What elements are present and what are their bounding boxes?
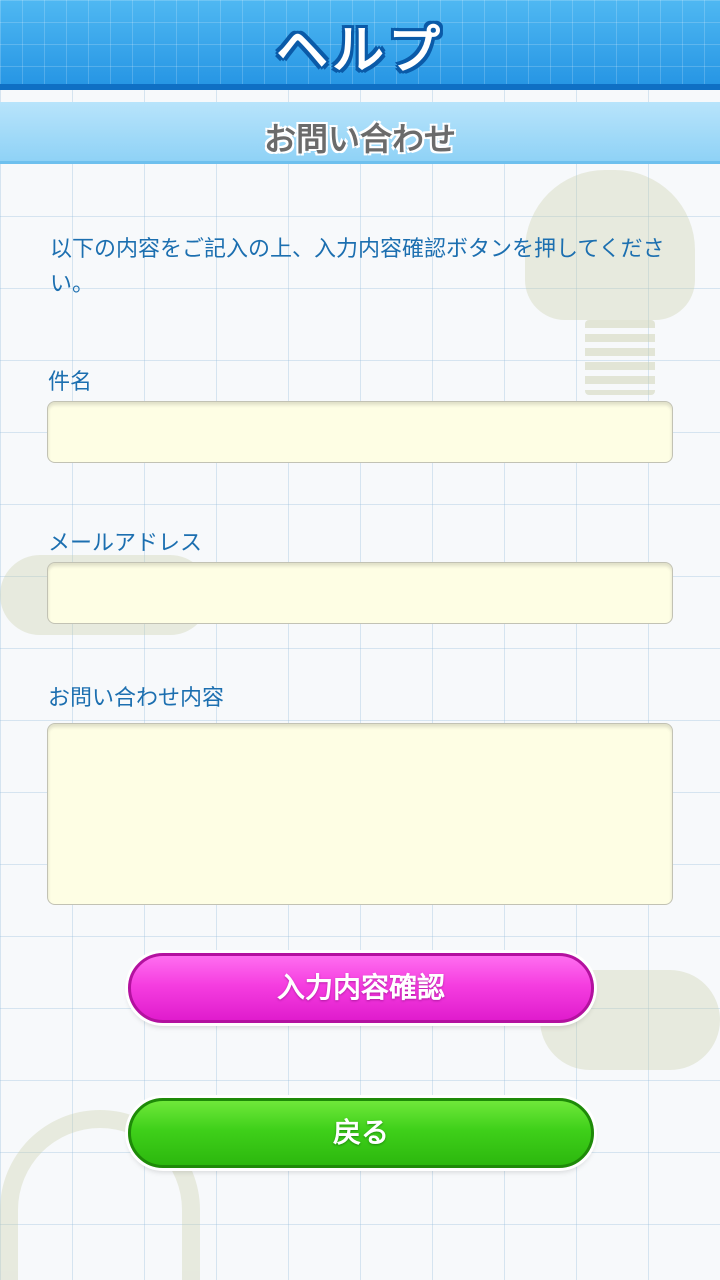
subject-input[interactable] [47, 401, 673, 463]
section-header-bar: お問い合わせ [0, 102, 720, 164]
email-label: メールアドレス [48, 531, 203, 556]
section-title: お問い合わせ [263, 120, 456, 158]
message-textarea[interactable] [47, 723, 673, 905]
instruction-text: 以下の内容をご記入の上、入力内容確認ボタンを押してください。 [50, 237, 665, 297]
email-input[interactable] [47, 562, 673, 624]
back-button[interactable]: 戻る [128, 1098, 594, 1168]
header-bar: ヘルプ [0, 0, 720, 90]
subject-label: 件名 [48, 370, 93, 395]
confirm-input-button[interactable]: 入力内容確認 [128, 953, 594, 1023]
page-title: ヘルプ [275, 21, 444, 81]
message-label: お問い合わせ内容 [48, 686, 225, 711]
background-lightbulb-base-decoration [585, 320, 655, 395]
